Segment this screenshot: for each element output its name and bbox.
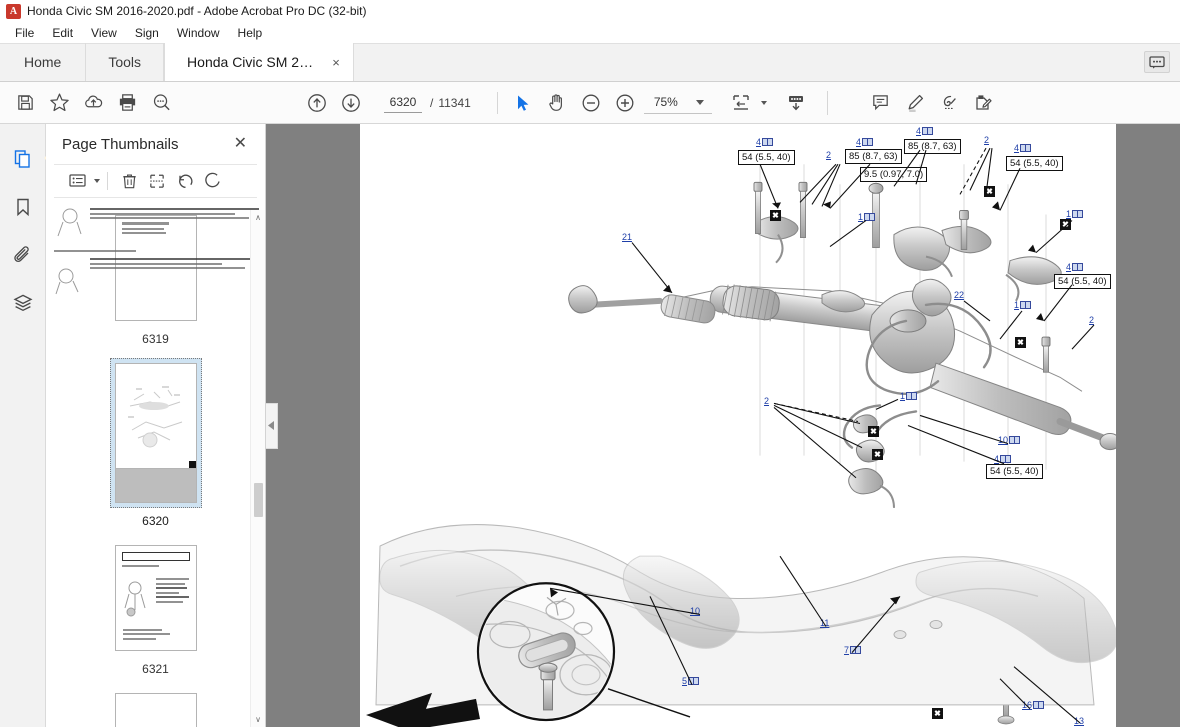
bookmark-icon bbox=[16, 198, 29, 217]
extract-pages-icon[interactable] bbox=[143, 168, 171, 194]
star-icon[interactable] bbox=[42, 86, 76, 120]
fit-page-icon[interactable] bbox=[724, 86, 758, 120]
toolbar-divider-2 bbox=[826, 90, 828, 115]
menu-view[interactable]: View bbox=[82, 24, 126, 42]
tab-home[interactable]: Home bbox=[0, 43, 87, 81]
rotate-cw-icon[interactable] bbox=[199, 168, 227, 194]
tab-strip: Home Tools Honda Civic SM 20... × bbox=[0, 43, 1180, 82]
page-number-input[interactable] bbox=[384, 92, 422, 113]
thumbnail-label: 6321 bbox=[142, 662, 169, 676]
zoom-out-icon[interactable] bbox=[574, 86, 608, 120]
layers-icon bbox=[12, 294, 33, 312]
comment-icon[interactable] bbox=[864, 86, 898, 120]
list-options-icon[interactable] bbox=[64, 168, 92, 194]
sign-icon[interactable] bbox=[932, 86, 966, 120]
scroll-down-arrow-icon[interactable]: ∨ bbox=[251, 712, 265, 727]
paperclip-icon bbox=[13, 246, 29, 263]
fit-page-chevron-down-icon[interactable] bbox=[760, 100, 767, 105]
scrollbar-track[interactable] bbox=[251, 225, 265, 712]
zoom-level-control[interactable] bbox=[643, 92, 712, 114]
zoom-level-input[interactable] bbox=[645, 95, 686, 109]
thumbnail-diagram-preview bbox=[124, 581, 145, 617]
trash-icon[interactable] bbox=[115, 168, 143, 194]
scroll-mode-icon[interactable] bbox=[779, 86, 813, 120]
main-toolbar: / 11341 bbox=[0, 82, 1180, 124]
tab-home-label: Home bbox=[24, 54, 62, 70]
thumbnail-label: 6319 bbox=[142, 332, 169, 346]
menu-bar: File Edit View Sign Window Help bbox=[0, 23, 1180, 44]
sidebar-item-attachments[interactable] bbox=[6, 238, 40, 272]
menu-help[interactable]: Help bbox=[229, 24, 272, 42]
callout-leader-lines bbox=[549, 147, 1095, 724]
window-title: Honda Civic SM 2016-2020.pdf - Adobe Acr… bbox=[27, 4, 367, 18]
thumbnails-list[interactable]: 6319 6320 6321 bbox=[46, 198, 265, 727]
page-total-label: 11341 bbox=[438, 95, 471, 110]
thumbnails-toolbar-divider bbox=[107, 172, 108, 190]
pages-icon bbox=[14, 150, 30, 168]
pdf-page[interactable]: 54 (5.5, 40) 85 (8.7, 63) 9.5 (0.97, 7.0… bbox=[360, 124, 1116, 727]
save-icon[interactable] bbox=[8, 86, 42, 120]
thumbnail-diagram-preview bbox=[127, 386, 182, 448]
thumbnails-panel-header: Page Thumbnails ✕ bbox=[46, 124, 265, 164]
page-annotation-layer: 54 (5.5, 40) 85 (8.7, 63) 9.5 (0.97, 7.0… bbox=[360, 124, 1116, 727]
acrobat-logo-icon: A bbox=[6, 3, 21, 19]
print-icon[interactable] bbox=[110, 86, 144, 120]
acrobat-window: A Honda Civic SM 2016-2020.pdf - Adobe A… bbox=[0, 0, 1180, 727]
title-bar: A Honda Civic SM 2016-2020.pdf - Adobe A… bbox=[0, 0, 1180, 23]
workspace: Page Thumbnails ✕ 6319 6320 6321 ∧ ∨ 54 … bbox=[0, 124, 1180, 727]
menu-sign[interactable]: Sign bbox=[126, 24, 168, 42]
close-icon[interactable]: ✕ bbox=[230, 134, 251, 154]
sidebar-item-bookmarks[interactable] bbox=[6, 190, 40, 224]
close-icon[interactable]: × bbox=[329, 56, 343, 69]
thumbnail-page-6322[interactable] bbox=[46, 208, 265, 727]
arrow-up-circle-icon[interactable] bbox=[300, 86, 334, 120]
menu-file[interactable]: File bbox=[6, 24, 43, 42]
tab-document-label: Honda Civic SM 20... bbox=[187, 54, 318, 70]
panel-title: Page Thumbnails bbox=[62, 135, 179, 153]
page-separator: / bbox=[430, 95, 434, 110]
tab-tools-label: Tools bbox=[108, 54, 142, 70]
page-thumbnails-panel: Page Thumbnails ✕ 6319 6320 6321 ∧ ∨ bbox=[46, 124, 266, 727]
thumbnail-page-6320[interactable]: 6320 bbox=[46, 358, 265, 528]
sidebar-item-layers[interactable] bbox=[6, 286, 40, 320]
cloud-upload-icon[interactable] bbox=[76, 86, 110, 120]
collapse-panel-handle[interactable] bbox=[266, 402, 278, 449]
tab-document[interactable]: Honda Civic SM 20... × bbox=[164, 43, 355, 81]
thumbnail-label: 6320 bbox=[142, 514, 169, 528]
chevron-down-icon[interactable] bbox=[695, 99, 704, 105]
scroll-up-arrow-icon[interactable]: ∧ bbox=[251, 210, 265, 225]
highlighter-icon[interactable] bbox=[898, 86, 932, 120]
thumbnails-scrollbar[interactable]: ∧ ∨ bbox=[250, 210, 265, 727]
thumbnail-options-chevron-down-icon[interactable] bbox=[94, 179, 100, 183]
cursor-arrow-icon[interactable] bbox=[506, 86, 540, 120]
sidebar-item-page-thumbnails[interactable] bbox=[6, 142, 53, 176]
thumbnails-toolbar bbox=[54, 164, 257, 198]
chevron-left-icon bbox=[268, 421, 274, 430]
tab-strip-spacer bbox=[354, 43, 1144, 81]
tab-tools[interactable]: Tools bbox=[86, 43, 165, 81]
comment-bubble-icon[interactable] bbox=[1144, 51, 1170, 73]
thumbnail-image bbox=[114, 363, 197, 469]
navigation-rail bbox=[0, 124, 53, 727]
thumbnail-page-6321[interactable]: 6321 bbox=[46, 540, 265, 676]
document-viewer[interactable]: 54 (5.5, 40) 85 (8.7, 63) 9.5 (0.97, 7.0… bbox=[266, 124, 1180, 727]
arrow-down-circle-icon[interactable] bbox=[334, 86, 368, 120]
thumbnail-image bbox=[54, 208, 259, 727]
scrollbar-thumb[interactable] bbox=[254, 483, 263, 517]
hand-icon[interactable] bbox=[540, 86, 574, 120]
toolbar-divider-1 bbox=[496, 91, 498, 114]
edit-pdf-icon[interactable] bbox=[966, 86, 1000, 120]
rotate-ccw-icon[interactable] bbox=[171, 168, 199, 194]
thumbnail-image bbox=[114, 545, 197, 651]
menu-edit[interactable]: Edit bbox=[43, 24, 82, 42]
menu-window[interactable]: Window bbox=[168, 24, 229, 42]
zoom-in-icon[interactable] bbox=[608, 86, 642, 120]
search-icon[interactable] bbox=[144, 86, 178, 120]
